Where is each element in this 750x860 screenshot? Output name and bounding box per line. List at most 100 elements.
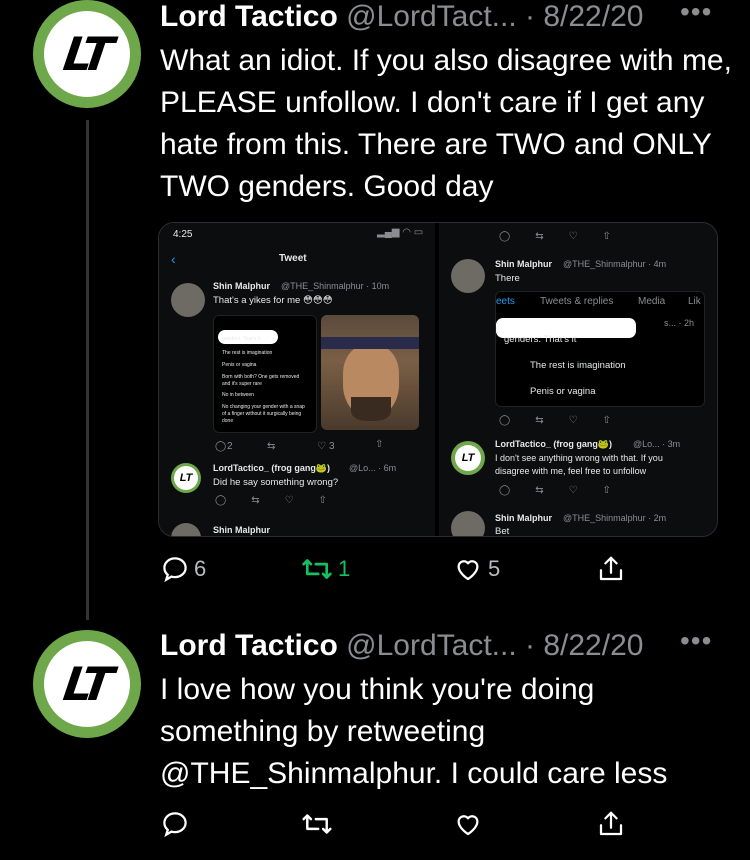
tweet-text: I love how you think you're doing someth…: [160, 673, 668, 790]
next-meta: @THE_Shinmalphur · 2m: [563, 513, 667, 523]
share-icon: [599, 556, 623, 581]
tweet-text: What an idiot. If you also disagree with…: [160, 44, 732, 203]
share-button[interactable]: [596, 809, 626, 839]
reply-author: LordTactico_ (frog gang🐸): [213, 463, 331, 473]
display-name[interactable]: Lord Tactico: [160, 0, 338, 33]
reply-avatar: LT: [451, 441, 485, 475]
retweet-count: 1: [338, 556, 351, 581]
next-author: Shin Malphur: [213, 525, 270, 535]
text-line: and it's super rare: [222, 381, 262, 387]
media-attachment[interactable]: 4:25 ▂▄▆ ◠ ▭ ‹ Tweet Shin Malphur @THE_S…: [158, 222, 718, 537]
retweet-icon: [302, 559, 332, 579]
heart-icon: [457, 560, 479, 581]
mini-like-count: 3: [329, 441, 335, 452]
tweet-2[interactable]: LT Lord Tactico @LordTact... · 8/22/20 •…: [0, 625, 750, 860]
display-name[interactable]: Lord Tactico: [160, 629, 338, 662]
retweet-button[interactable]: 1: [300, 554, 350, 584]
more-options-icon[interactable]: •••: [680, 625, 712, 657]
quote-meta: s... · 2h: [664, 318, 695, 328]
avatar[interactable]: LT: [33, 0, 141, 108]
mini-action-row: ◯ ⇆ ♡ ⇧: [499, 485, 611, 496]
text-line: No changing your gender with a snap: [222, 404, 305, 410]
tweet-text: There: [495, 273, 520, 284]
next-author: Shin Malphur: [495, 513, 552, 523]
like-button[interactable]: [452, 809, 484, 839]
text-line: No in between: [222, 392, 254, 398]
tweet-1[interactable]: LT Lord Tactico @LordTact... · 8/22/20 •…: [0, 0, 750, 620]
reply-button[interactable]: 6: [160, 554, 206, 584]
status-icons: ▂▄▆ ◠ ▭: [377, 227, 424, 238]
avatar: [171, 283, 205, 317]
like-count: 5: [488, 556, 501, 581]
handle[interactable]: @LordTact...: [346, 0, 517, 33]
timestamp[interactable]: 8/22/20: [543, 0, 643, 33]
mini-reply-count: 2: [227, 441, 233, 452]
screenshot-left[interactable]: 4:25 ▂▄▆ ◠ ▭ ‹ Tweet Shin Malphur @THE_S…: [159, 223, 435, 536]
reply-text: I don't see anything wrong with that. If…: [495, 453, 663, 463]
text-line: Born with both? One gets removed: [222, 374, 300, 380]
handle[interactable]: @LordTact...: [346, 629, 517, 662]
author-name: Shin Malphur: [495, 259, 552, 269]
mini-action-row: ◯ ⇆ ♡ ⇧: [215, 495, 327, 506]
mini-like-icon: ♡: [317, 441, 326, 452]
avatar-monogram: LT: [60, 657, 114, 711]
mini-reply-icon: ◯: [215, 441, 227, 452]
text-line: of a finger without it surgically being: [222, 411, 302, 417]
screenshot-right[interactable]: ◯ ⇆ ♡ ⇧ Shin Malphur @THE_Shinmalphur · …: [439, 223, 717, 536]
reply-text: disagree with me, feel free to unfollow: [495, 466, 647, 476]
tweet-header: Lord Tactico @LordTact... · 8/22/20 •••: [160, 0, 711, 34]
reply-avatar: LT: [171, 463, 201, 493]
retweet-button[interactable]: [300, 809, 334, 839]
text-line: Penis or vagina: [530, 386, 596, 397]
reply-meta: @Lo... · 6m: [349, 463, 397, 473]
screen-title: Tweet: [279, 253, 307, 264]
text-line: genders. That's it: [222, 336, 261, 342]
heart-icon: [457, 815, 479, 836]
separator: ·: [516, 0, 544, 33]
profile-tabs: [214, 316, 316, 330]
back-icon: ‹: [171, 251, 176, 267]
text-line: Penis or vagina: [222, 362, 257, 368]
next-avatar: [451, 511, 485, 536]
avatar: [451, 259, 485, 293]
reply-count: 6: [194, 556, 207, 581]
text-line: genders. That's it: [504, 334, 577, 345]
avatar-monogram: LT: [60, 27, 114, 81]
tab: Tweets & replies: [540, 296, 614, 307]
tweet-text: That's a yikes for me 😳😳😳: [213, 295, 333, 306]
action-bar: 6 1 5: [160, 554, 640, 594]
author-name: Shin Malphur: [213, 281, 270, 291]
more-options-icon[interactable]: •••: [680, 0, 712, 28]
action-bar: [160, 809, 640, 849]
reply-button[interactable]: [160, 809, 190, 839]
reply-icon: [163, 557, 187, 583]
timestamp[interactable]: 8/22/20: [543, 629, 643, 662]
reply-meta: @Lo... · 3m: [633, 439, 681, 449]
text-line: done: [222, 418, 234, 424]
mini-share-icon: ⇧: [375, 439, 384, 450]
reply-author: LordTactico_ (frog gang🐸): [495, 439, 613, 449]
author-meta: @THE_Shinmalphur · 10m: [281, 281, 390, 291]
character-image: [321, 315, 419, 430]
mini-action-row: ◯ ⇆ ♡ ⇧: [499, 415, 611, 426]
retweet-icon: [302, 814, 332, 834]
mini-retweet-icon: ⇆: [267, 441, 276, 452]
quoted-card: genders. That's it The rest is imaginati…: [213, 315, 317, 433]
tab: eets: [496, 296, 515, 307]
next-text: Bet: [495, 526, 510, 536]
share-icon: [599, 811, 623, 836]
reply-icon: [163, 812, 187, 838]
author-meta: @THE_Shinmalphur · 4m: [563, 259, 667, 269]
separator: ·: [516, 629, 544, 662]
status-time: 4:25: [173, 229, 193, 240]
text-line: The rest is imagination: [530, 360, 626, 371]
tweet-header: Lord Tactico @LordTact... · 8/22/20 •••: [160, 625, 711, 663]
mini-action-row: ◯ ⇆ ♡ ⇧: [499, 231, 611, 242]
quoted-card: eets Tweets & replies Media Lik s... · 2…: [495, 291, 705, 407]
share-button[interactable]: [596, 554, 626, 584]
avatar[interactable]: LT: [33, 630, 141, 738]
next-avatar: [171, 523, 201, 536]
like-button[interactable]: 5: [452, 554, 500, 584]
reply-text: Did he say something wrong?: [213, 477, 339, 488]
tab: Lik: [688, 296, 701, 307]
